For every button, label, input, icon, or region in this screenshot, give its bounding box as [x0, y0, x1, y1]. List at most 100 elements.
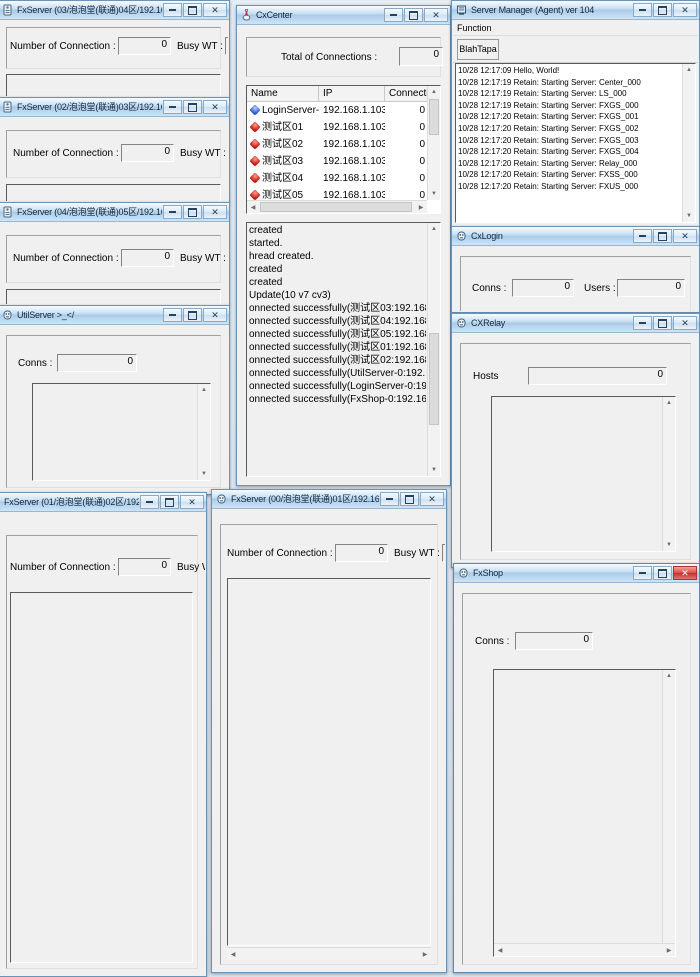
titlebar[interactable]: CxCenter ✕: [237, 6, 450, 25]
maximize-button[interactable]: [653, 316, 672, 330]
list-vertical-scrollbar[interactable]: ▲ ▼: [427, 86, 440, 200]
maximize-button[interactable]: [183, 3, 202, 17]
server-listview[interactable]: Name IP Connections LoginServer-0192.168…: [246, 85, 441, 214]
window-fxserver-03[interactable]: FxServer (03/泡泡堂(联通)04区/192.168.1.103/78…: [0, 0, 230, 98]
scroll-right-icon[interactable]: ▶: [415, 201, 427, 213]
window-controls[interactable]: ✕: [632, 566, 697, 580]
scroll-thumb[interactable]: [429, 99, 439, 135]
log-vertical-scrollbar[interactable]: ▲ ▼: [662, 670, 675, 956]
scroll-down-icon[interactable]: ▼: [428, 188, 440, 200]
scroll-thumb-h[interactable]: [260, 202, 412, 212]
window-server-manager[interactable]: Server Manager (Agent) ver 104 ✕ Functio…: [451, 0, 700, 227]
maximize-button[interactable]: [183, 100, 202, 114]
titlebar[interactable]: Server Manager (Agent) ver 104 ✕: [452, 1, 699, 20]
log-listbox[interactable]: [6, 289, 221, 304]
maximize-button[interactable]: [653, 3, 672, 17]
close-button[interactable]: ✕: [203, 100, 227, 114]
log-listbox[interactable]: createdstarted.hread created. createdcre…: [246, 222, 441, 477]
log-horizontal-scrollbar[interactable]: ◀ ▶: [494, 943, 675, 956]
window-cxrelay[interactable]: CXRelay ✕ Hosts 0 ▲ ▼: [451, 313, 700, 568]
close-button[interactable]: ✕: [424, 8, 448, 22]
log-vertical-scrollbar[interactable]: ▲ ▼: [682, 64, 695, 222]
scroll-up-icon[interactable]: ▲: [683, 64, 695, 76]
scroll-down-icon[interactable]: ▼: [683, 210, 695, 222]
scroll-down-icon[interactable]: ▼: [198, 468, 210, 480]
log-vertical-scrollbar[interactable]: ▲ ▼: [427, 223, 440, 476]
minimize-button[interactable]: [163, 308, 182, 322]
titlebar[interactable]: FxServer (04/泡泡堂(联通)05区/192.168.1.103/88…: [0, 203, 229, 222]
maximize-button[interactable]: [653, 229, 672, 243]
window-controls[interactable]: ✕: [632, 316, 697, 330]
window-fxshop[interactable]: FxShop ✕ Conns : 0 ▲ ▼ ◀ ▶: [453, 563, 700, 973]
table-row[interactable]: 测试区01192.168.1.1030: [247, 119, 440, 136]
close-button[interactable]: ✕: [673, 3, 697, 17]
scroll-thumb[interactable]: [429, 333, 439, 425]
list-horizontal-scrollbar[interactable]: ◀ ▶: [247, 200, 427, 213]
log-listbox[interactable]: [6, 74, 221, 96]
close-button[interactable]: ✕: [673, 566, 697, 580]
maximize-button[interactable]: [183, 308, 202, 322]
column-header-name[interactable]: Name: [247, 86, 319, 101]
log-horizontal-scrollbar[interactable]: ◀ ▶: [227, 947, 431, 960]
menubar[interactable]: Function: [453, 21, 698, 36]
minimize-button[interactable]: [384, 8, 403, 22]
titlebar[interactable]: CxLogin ✕: [452, 227, 699, 246]
window-controls[interactable]: ✕: [162, 205, 227, 219]
titlebar[interactable]: FxServer (02/泡泡堂(联通)03区/192.168.1.103/68…: [0, 98, 229, 117]
minimize-button[interactable]: [633, 3, 652, 17]
close-button[interactable]: ✕: [673, 229, 697, 243]
window-fxserver-01[interactable]: FxServer (01/泡泡堂(联通)02区/192.168.1.103/58…: [0, 492, 207, 977]
scroll-up-icon[interactable]: ▲: [663, 397, 675, 409]
minimize-button[interactable]: [140, 495, 159, 509]
close-button[interactable]: ✕: [203, 3, 227, 17]
minimize-button[interactable]: [380, 492, 399, 506]
table-row[interactable]: LoginServer-0192.168.1.1030: [247, 102, 440, 119]
scroll-up-icon[interactable]: ▲: [198, 384, 210, 396]
log-vertical-scrollbar[interactable]: ▲ ▼: [662, 397, 675, 551]
log-vertical-scrollbar[interactable]: ▲ ▼: [197, 384, 210, 480]
scroll-up-icon[interactable]: ▲: [428, 223, 440, 235]
maximize-button[interactable]: [160, 495, 179, 509]
maximize-button[interactable]: [653, 566, 672, 580]
scroll-down-icon[interactable]: ▼: [663, 539, 675, 551]
titlebar[interactable]: FxServer (01/泡泡堂(联通)02区/192.168.1.103/58…: [0, 493, 206, 512]
window-fxserver-04[interactable]: FxServer (04/泡泡堂(联通)05区/192.168.1.103/88…: [0, 202, 230, 306]
close-button[interactable]: ✕: [420, 492, 444, 506]
log-listbox[interactable]: 10/28 12:17:09 Hello, World!10/28 12:17:…: [455, 63, 696, 223]
window-controls[interactable]: ✕: [383, 8, 448, 22]
log-listbox[interactable]: [227, 578, 431, 946]
close-button[interactable]: ✕: [673, 316, 697, 330]
minimize-button[interactable]: [633, 316, 652, 330]
maximize-button[interactable]: [183, 205, 202, 219]
log-listbox[interactable]: [6, 184, 221, 201]
minimize-button[interactable]: [633, 229, 652, 243]
table-row[interactable]: 测试区04192.168.1.1030: [247, 170, 440, 187]
log-listbox[interactable]: ▲ ▼: [32, 383, 211, 481]
table-row[interactable]: 测试区02192.168.1.1030: [247, 136, 440, 153]
window-fxserver-02[interactable]: FxServer (02/泡泡堂(联通)03区/192.168.1.103/68…: [0, 97, 230, 203]
scroll-right-icon[interactable]: ▶: [419, 948, 431, 960]
window-controls[interactable]: ✕: [162, 3, 227, 17]
window-controls[interactable]: ✕: [632, 3, 697, 17]
log-listbox[interactable]: ▲ ▼ ◀ ▶: [493, 669, 676, 957]
scroll-up-icon[interactable]: ▲: [428, 86, 440, 98]
minimize-button[interactable]: [163, 100, 182, 114]
scroll-left-icon[interactable]: ◀: [247, 201, 259, 213]
window-controls[interactable]: ✕: [379, 492, 444, 506]
maximize-button[interactable]: [400, 492, 419, 506]
minimize-button[interactable]: [163, 205, 182, 219]
titlebar[interactable]: FxServer (00/泡泡堂(联通)01区/192.168.1.103/48…: [212, 490, 446, 509]
window-controls[interactable]: ✕: [162, 100, 227, 114]
minimize-button[interactable]: [163, 3, 182, 17]
scroll-up-icon[interactable]: ▲: [663, 670, 675, 682]
window-controls[interactable]: ✕: [632, 229, 697, 243]
menu-item-function[interactable]: Function: [457, 23, 492, 33]
minimize-button[interactable]: [633, 566, 652, 580]
window-controls[interactable]: ✕: [139, 495, 204, 509]
column-header-connections[interactable]: Connections: [385, 86, 432, 101]
scroll-right-icon[interactable]: ▶: [663, 944, 675, 956]
titlebar[interactable]: FxServer (03/泡泡堂(联通)04区/192.168.1.103/78…: [0, 1, 229, 20]
close-button[interactable]: ✕: [203, 205, 227, 219]
close-button[interactable]: ✕: [203, 308, 227, 322]
titlebar[interactable]: FxShop ✕: [454, 564, 699, 583]
